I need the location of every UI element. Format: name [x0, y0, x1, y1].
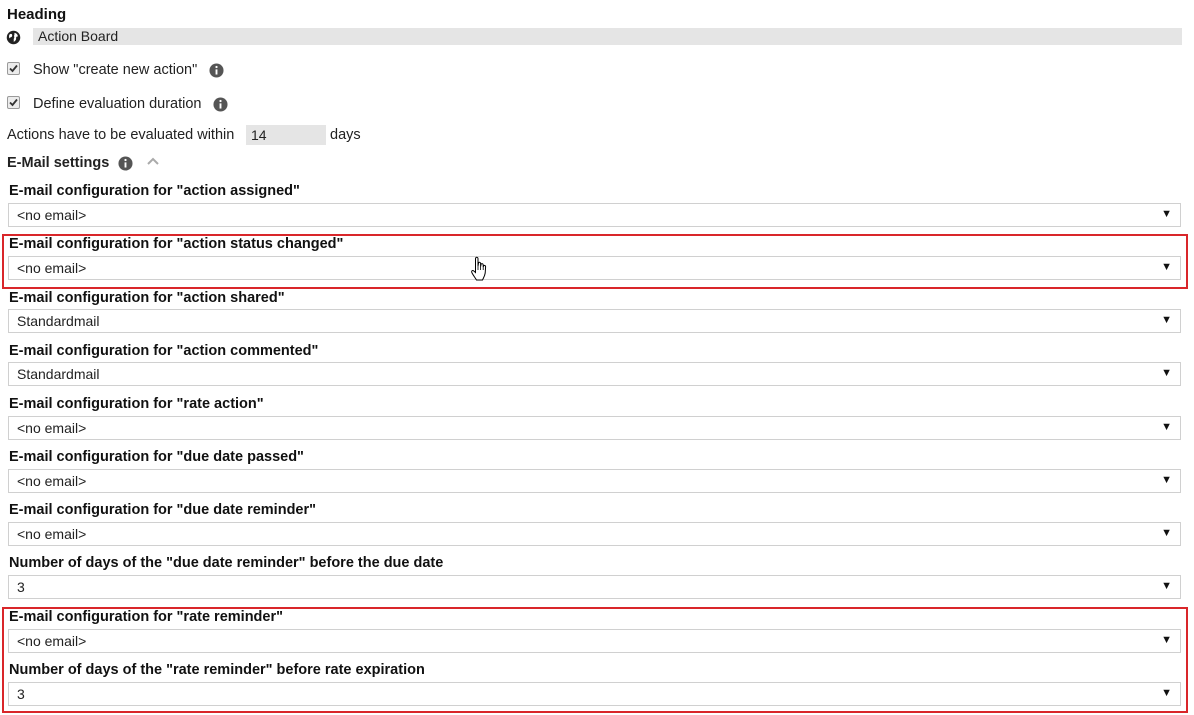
info-icon[interactable]	[209, 63, 224, 78]
globe-icon[interactable]	[6, 30, 21, 45]
email-action-commented-select[interactable]: Standardmail ▼	[8, 362, 1181, 386]
select-value: <no email>	[17, 473, 87, 489]
show-create-action-checkbox[interactable]	[7, 62, 20, 75]
select-value: 3	[17, 579, 25, 595]
evaluation-suffix: days	[330, 127, 361, 143]
field-label: E-mail configuration for "action comment…	[9, 343, 319, 359]
select-value: <no email>	[17, 207, 87, 223]
define-duration-checkbox[interactable]	[7, 96, 20, 109]
field-label: Number of days of the "due date reminder…	[9, 555, 444, 571]
dropdown-arrow-icon: ▼	[1161, 421, 1172, 433]
email-rate-reminder-select[interactable]: <no email> ▼	[8, 629, 1181, 653]
heading-title-input[interactable]	[33, 28, 1182, 45]
rate-reminder-days-select[interactable]: 3 ▼	[8, 682, 1181, 706]
due-date-reminder-days-select[interactable]: 3 ▼	[8, 575, 1181, 599]
email-action-assigned-select[interactable]: <no email> ▼	[8, 203, 1181, 227]
check-icon	[9, 64, 18, 73]
field-label: E-mail configuration for "due date passe…	[9, 449, 304, 465]
field-label: Number of days of the "rate reminder" be…	[9, 662, 425, 678]
select-value: <no email>	[17, 633, 87, 649]
dropdown-arrow-icon: ▼	[1161, 580, 1172, 592]
hand-cursor-icon	[471, 256, 487, 281]
dropdown-arrow-icon: ▼	[1161, 367, 1172, 379]
field-label: E-mail configuration for "rate reminder"	[9, 609, 283, 625]
info-icon[interactable]	[118, 156, 133, 171]
email-settings-title: E-Mail settings	[7, 155, 110, 171]
dropdown-arrow-icon: ▼	[1161, 527, 1172, 539]
dropdown-arrow-icon: ▼	[1161, 634, 1172, 646]
dropdown-arrow-icon: ▼	[1161, 314, 1172, 326]
select-value: 3	[17, 686, 25, 702]
select-value: <no email>	[17, 260, 87, 276]
field-label: E-mail configuration for "due date remin…	[9, 502, 317, 518]
define-duration-label: Define evaluation duration	[33, 96, 202, 112]
show-create-action-label: Show "create new action"	[33, 62, 198, 78]
dropdown-arrow-icon: ▼	[1161, 687, 1172, 699]
field-label: E-mail configuration for "action status …	[9, 236, 344, 252]
email-rate-action-select[interactable]: <no email> ▼	[8, 416, 1181, 440]
dropdown-arrow-icon: ▼	[1161, 208, 1172, 220]
dropdown-arrow-icon: ▼	[1161, 474, 1172, 486]
email-action-status-changed-select[interactable]: <no email> ▼	[8, 256, 1181, 280]
field-label: E-mail configuration for "action shared"	[9, 290, 285, 306]
evaluation-prefix: Actions have to be evaluated within	[7, 127, 235, 143]
select-value: <no email>	[17, 526, 87, 542]
select-value: Standardmail	[17, 366, 100, 382]
check-icon	[9, 98, 18, 107]
heading-label: Heading	[7, 6, 67, 23]
evaluation-days-input[interactable]	[246, 125, 326, 145]
info-icon[interactable]	[213, 97, 228, 112]
field-label: E-mail configuration for "rate action"	[9, 396, 264, 412]
email-due-date-reminder-select[interactable]: <no email> ▼	[8, 522, 1181, 546]
dropdown-arrow-icon: ▼	[1161, 261, 1172, 273]
email-due-date-passed-select[interactable]: <no email> ▼	[8, 469, 1181, 493]
field-label: E-mail configuration for "action assigne…	[9, 183, 300, 199]
chevron-up-icon[interactable]	[146, 156, 160, 166]
email-action-shared-select[interactable]: Standardmail ▼	[8, 309, 1181, 333]
select-value: <no email>	[17, 420, 87, 436]
select-value: Standardmail	[17, 313, 100, 329]
